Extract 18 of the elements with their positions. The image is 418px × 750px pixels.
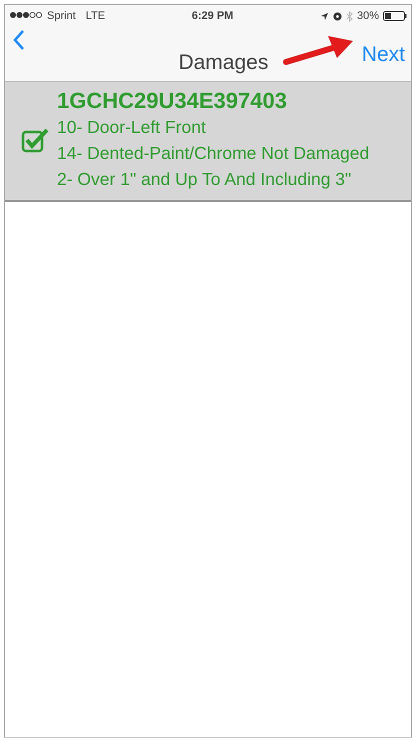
checkbox[interactable] [21,127,49,153]
damage-line: 10- Door-Left Front [57,116,207,139]
vin-number: 1GCHC29U34E397403 [57,88,288,114]
battery-percent: 30% [356,10,379,22]
status-time: 6:29 PM [192,10,234,22]
battery-icon [383,11,407,21]
annotation-arrow [282,33,354,67]
damage-line: 14- Dented-Paint/Chrome Not Damaged [57,142,370,165]
damage-row[interactable]: 1GCHC29U34E397403 10- Door-Left Front 14- Dented-Paint/Chrome Not Damaged 2- Over 1" and Up To And Including 3" [5,81,411,202]
bluetooth-icon [346,10,353,22]
carrier-name: Sprint [47,10,76,22]
damage-line: 2- Over 1" and Up To And Including 3" [57,168,352,191]
back-button[interactable] [13,30,25,50]
network-type: LTE [86,10,106,22]
alarm-icon [332,12,342,20]
next-button[interactable]: Next [362,43,405,67]
screen-title: Damages [178,51,268,75]
location-icon [320,12,329,20]
